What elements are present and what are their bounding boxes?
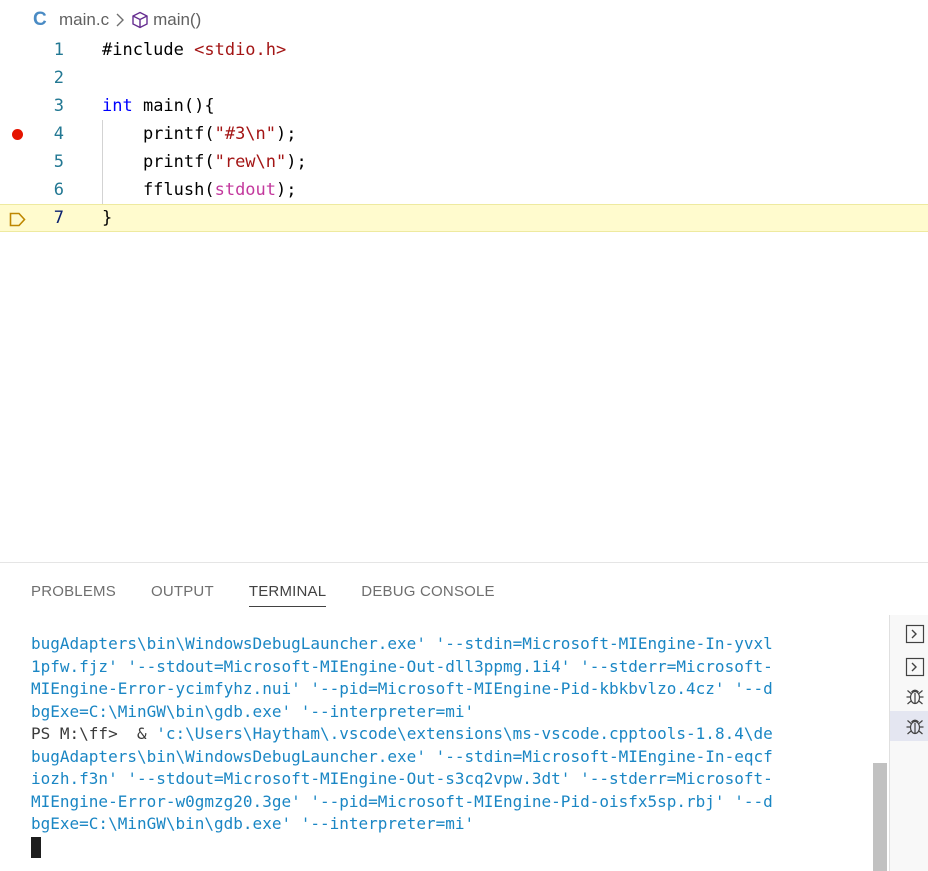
gutter[interactable]	[8, 36, 26, 64]
terminal-prompt: PS M:\ff> &	[31, 724, 157, 743]
terminal-line: MIEngine-Error-w0gmzg20.3ge' '--pid=Micr…	[31, 791, 773, 811]
code-line[interactable]: 2	[0, 64, 928, 92]
terminal-line: PS M:\ff> & 'c:\Users\Haytham\.vscode\ex…	[31, 723, 861, 746]
code-token: );	[276, 124, 297, 144]
current-stack-frame-icon	[9, 212, 26, 226]
terminal-instance-2[interactable]	[890, 652, 928, 682]
code-token: "#3\n"	[214, 124, 277, 144]
line-content: fflush(stdout);	[102, 176, 297, 204]
terminal-output[interactable]: bugAdapters\bin\WindowsDebugLauncher.exe…	[31, 633, 861, 858]
code-token: printf(	[102, 152, 215, 172]
line-number: 2	[53, 68, 64, 88]
gutter[interactable]	[8, 148, 26, 176]
line-content: printf("#3\n");	[102, 120, 297, 148]
gutter[interactable]	[8, 205, 26, 233]
code-token: stdout	[214, 180, 277, 200]
code-token: <stdio.h>	[194, 40, 287, 60]
terminal-instance-1[interactable]	[890, 619, 928, 649]
terminal-line: bgExe=C:\MinGW\bin\gdb.exe' '--interpret…	[31, 814, 475, 833]
code-token: printf(	[102, 124, 215, 144]
code-line-current[interactable]: 7}	[0, 204, 928, 232]
line-number: 6	[53, 180, 64, 200]
terminal-icon	[905, 657, 925, 677]
tab-debug-console[interactable]: DEBUG CONSOLE	[361, 563, 494, 619]
code-token: fflush(	[102, 180, 215, 200]
line-number: 7	[53, 208, 64, 228]
breadcrumb: C main.c main()	[0, 4, 201, 36]
terminal-icon	[905, 624, 925, 644]
code-line[interactable]: 5 printf("rew\n");	[0, 148, 928, 176]
chevron-right-icon	[115, 12, 125, 28]
gutter[interactable]	[8, 176, 26, 204]
editor[interactable]: C main.c main() 1 #include <stdio.h> 2 3 int…	[0, 0, 928, 562]
code-token: "rew\n"	[214, 152, 287, 172]
terminal-scrollbar[interactable]	[873, 763, 887, 871]
terminal-command: 'c:\Users\Haytham\.vscode\extensions\ms-…	[156, 724, 773, 743]
code-line[interactable]: 3 int main(){	[0, 92, 928, 120]
terminal-instance-4[interactable]	[890, 711, 928, 741]
breakpoint-icon[interactable]	[11, 128, 23, 140]
terminal-line: MIEngine-Error-ycimfyhz.nui' '--pid=Micr…	[31, 679, 773, 698]
code-lines[interactable]: 1 #include <stdio.h> 2 3 int main(){4 printf…	[0, 36, 928, 232]
line-content: }	[102, 205, 112, 231]
debug-icon	[905, 686, 925, 706]
breadcrumb-symbol[interactable]: main()	[153, 10, 201, 30]
terminal-line: 1pfw.fjz' '--stdout=Microsoft-MIEngine-O…	[31, 656, 773, 676]
gutter[interactable]	[8, 64, 26, 92]
c-language-icon: C	[33, 9, 47, 30]
code-token: );	[286, 152, 307, 172]
line-number: 1	[53, 40, 64, 60]
line-content: int main(){	[102, 92, 215, 120]
code-token: int	[102, 96, 133, 116]
code-line[interactable]: 1 #include <stdio.h>	[0, 36, 928, 64]
tab-terminal[interactable]: TERMINAL	[248, 563, 327, 619]
line-number: 4	[53, 124, 64, 144]
bottom-panel: PROBLEMS OUTPUT TERMINAL DEBUG CONSOLE bugA…	[0, 562, 928, 871]
code-token: main(){	[132, 96, 215, 116]
line-number: 5	[53, 152, 64, 172]
breadcrumb-file[interactable]: main.c	[59, 10, 109, 30]
panel-tabs: PROBLEMS OUTPUT TERMINAL DEBUG CONSOLE	[0, 563, 498, 619]
line-number: 3	[53, 96, 64, 116]
terminal-input-line[interactable]	[31, 836, 861, 859]
tab-problems[interactable]: PROBLEMS	[31, 563, 116, 619]
terminal-instances-list	[889, 615, 928, 871]
terminal-cursor	[31, 836, 41, 858]
code-token: #include	[102, 40, 195, 60]
terminal-line: bugAdapters\bin\WindowsDebugLauncher.exe…	[31, 634, 773, 653]
gutter[interactable]	[8, 120, 26, 148]
debug-icon	[905, 716, 925, 736]
code-line[interactable]: 6 fflush(stdout);	[0, 176, 928, 204]
code-line[interactable]: 4 printf("#3\n");	[0, 120, 928, 148]
terminal-line: bugAdapters\bin\WindowsDebugLauncher.exe…	[31, 746, 773, 766]
terminal-instance-3[interactable]	[890, 681, 928, 711]
gutter[interactable]	[8, 92, 26, 120]
code-token: );	[276, 180, 297, 200]
code-token: }	[102, 208, 113, 228]
method-cube-icon	[131, 11, 149, 29]
line-content: #include <stdio.h>	[102, 36, 286, 64]
tab-output[interactable]: OUTPUT	[151, 563, 214, 619]
terminal-line: bgExe=C:\MinGW\bin\gdb.exe' '--interpret…	[31, 701, 475, 721]
line-content: printf("rew\n");	[102, 148, 307, 176]
terminal-line: iozh.f3n' '--stdout=Microsoft-MIEngine-O…	[31, 769, 773, 788]
